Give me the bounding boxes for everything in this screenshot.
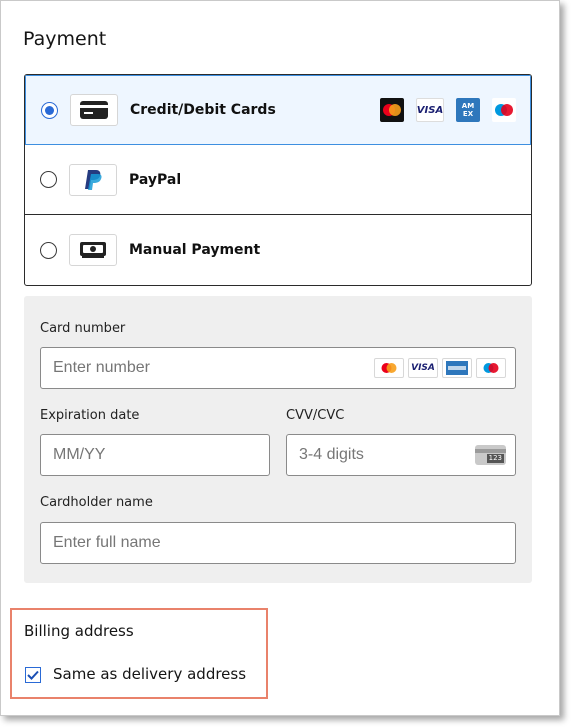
radio-paypal[interactable] bbox=[40, 171, 57, 188]
cash-icon bbox=[69, 234, 117, 266]
method-label-manual: Manual Payment bbox=[129, 242, 261, 258]
cardholder-label: Cardholder name bbox=[40, 495, 153, 510]
card-number-field: VISA bbox=[40, 347, 516, 389]
billing-address-section: Billing address Same as delivery address bbox=[10, 608, 268, 699]
maestro-icon bbox=[492, 98, 516, 122]
cvv-card-icon: 123 bbox=[475, 445, 506, 465]
billing-address-title: Billing address bbox=[24, 622, 134, 640]
cardholder-field bbox=[40, 522, 516, 564]
credit-card-icon bbox=[70, 94, 118, 126]
maestro-icon bbox=[476, 358, 506, 378]
method-label-credit-card: Credit/Debit Cards bbox=[130, 102, 276, 118]
visa-icon: VISA bbox=[408, 358, 438, 378]
payment-title: Payment bbox=[23, 28, 107, 50]
method-label-paypal: PayPal bbox=[129, 171, 182, 188]
card-number-label: Card number bbox=[40, 321, 126, 336]
expiration-input[interactable] bbox=[41, 435, 269, 475]
card-brand-logos: VISA AM EX bbox=[380, 98, 516, 122]
card-details-panel: Card number VISA Expiration date bbox=[24, 296, 532, 583]
same-as-delivery-label[interactable]: Same as delivery address bbox=[53, 665, 246, 683]
radio-credit-card[interactable] bbox=[41, 101, 58, 119]
cvv-label: CVV/CVC bbox=[286, 408, 345, 423]
card-number-brand-logos: VISA bbox=[374, 358, 506, 378]
cardholder-input[interactable] bbox=[41, 523, 515, 563]
payment-methods: Credit/Debit Cards VISA AM EX PayPal Man… bbox=[24, 74, 532, 286]
payment-panel: Payment Credit/Debit Cards VISA AM EX Pa… bbox=[0, 0, 560, 716]
mastercard-icon bbox=[380, 98, 404, 122]
amex-icon bbox=[442, 358, 472, 378]
amex-icon: AM EX bbox=[456, 98, 480, 122]
paypal-icon bbox=[69, 163, 117, 196]
payment-method-credit-card[interactable]: Credit/Debit Cards VISA AM EX bbox=[25, 75, 531, 145]
payment-method-manual[interactable]: Manual Payment bbox=[25, 215, 531, 285]
expiration-field bbox=[40, 434, 270, 476]
visa-icon: VISA bbox=[416, 98, 444, 122]
checkmark-icon bbox=[27, 670, 39, 680]
expiration-label: Expiration date bbox=[40, 408, 140, 423]
mastercard-icon bbox=[374, 358, 404, 378]
same-as-delivery-checkbox[interactable] bbox=[25, 667, 41, 683]
cvv-field: 123 bbox=[286, 434, 516, 476]
payment-method-paypal[interactable]: PayPal bbox=[25, 145, 531, 215]
radio-manual[interactable] bbox=[40, 241, 57, 259]
